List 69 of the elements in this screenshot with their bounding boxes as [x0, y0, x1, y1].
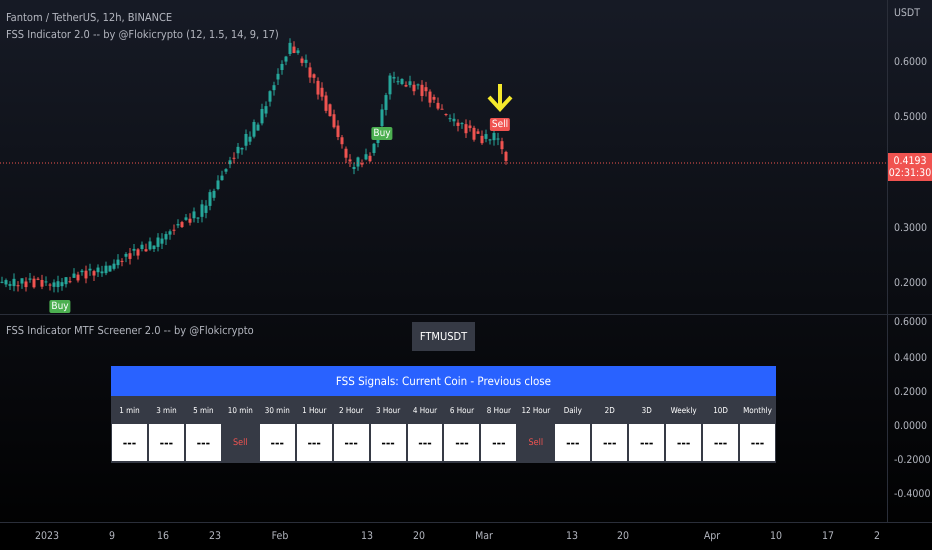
indicator-tick: -0.2000	[894, 454, 930, 466]
signal-cell: ---	[481, 424, 516, 462]
time-tick: 2	[874, 530, 880, 542]
time-tick: 17	[822, 530, 834, 542]
timeframe-header: 1 Hour	[301, 404, 328, 417]
price-tick: 0.6000	[894, 56, 928, 68]
signal-cell: ---	[666, 424, 702, 462]
time-tick: 13	[360, 530, 374, 542]
time-tick: Mar	[475, 530, 493, 542]
price-tick: 0.2000	[894, 277, 928, 289]
timeframe-header: Daily	[562, 404, 583, 417]
time-tick: Feb	[272, 530, 288, 542]
signal-cell: ---	[444, 424, 480, 462]
last-price-badge: 0.4193 02:31:30	[888, 153, 932, 181]
screener-legend: FSS Indicator MTF Screener 2.0 -- by @Flokicrypto	[6, 324, 254, 338]
signal-label: Buy	[49, 300, 71, 313]
indicator-legend: FSS Indicator 2.0 -- by @Flokicrypto (12, 1.5, 14, 9, 17)	[6, 28, 279, 41]
signal-cell: ---	[334, 424, 369, 462]
signal-cell: ---	[186, 424, 221, 462]
timeframe-header: 30 min	[264, 404, 291, 417]
timeframe-header: 5 min	[192, 404, 215, 417]
signal-cell: ---	[408, 424, 442, 462]
timeframe-header: 8 Hour	[486, 404, 512, 417]
timeframe-header: 6 Hour	[448, 404, 476, 417]
time-tick: 13	[566, 530, 578, 542]
table-title: FSS Signals: Current Coin - Previous close	[111, 366, 776, 396]
time-tick: 10	[770, 530, 782, 542]
timeframe-header: 1 min	[118, 404, 141, 417]
indicator-tick: 0.4000	[894, 352, 928, 364]
timeframe-header: 3 min	[155, 404, 178, 417]
signal-cell: ---	[629, 424, 664, 462]
time-tick: 20	[412, 530, 426, 542]
signal-cell: ---	[112, 424, 147, 462]
signal-cell: ---	[370, 424, 406, 462]
price-tick: 0.3000	[894, 222, 928, 234]
timeframe-header: Weekly	[670, 404, 698, 417]
signal-cell: ---	[592, 424, 628, 462]
timeframe-header: Monthly	[742, 404, 773, 417]
currency-label: USDT	[894, 7, 920, 19]
timeframe-header: 4 Hour	[412, 404, 438, 417]
indicator-tick: 0.0000	[894, 420, 928, 432]
timeframe-header: 2D	[604, 404, 616, 417]
timeframe-header: 2 Hour	[338, 404, 364, 417]
signal-cell: ---	[555, 424, 590, 462]
time-tick: 23	[208, 530, 222, 542]
symbol-legend: Fantom / TetherUS, 12h, BINANCE	[6, 11, 172, 24]
down-arrow-icon	[486, 82, 514, 112]
timeframe-header: 10D	[712, 404, 729, 417]
symbol-badge: FTMUSDT	[412, 322, 476, 352]
time-tick: 2023	[34, 530, 60, 542]
time-tick: 16	[156, 530, 170, 542]
time-tick: 20	[616, 530, 630, 542]
time-tick: Apr	[704, 530, 720, 542]
time-tick: 9	[109, 530, 115, 542]
price-tick: 0.5000	[894, 111, 928, 123]
signal-cell: ---	[703, 424, 738, 462]
timeframe-header: 3D	[640, 404, 653, 417]
timeframe-header: 10 min	[226, 404, 254, 417]
signal-label: Buy	[371, 127, 393, 140]
indicator-tick: -0.4000	[894, 488, 930, 500]
signal-cell: ---	[740, 424, 775, 462]
signal-cell: ---	[260, 424, 295, 462]
signal-cell: ---	[296, 424, 332, 462]
indicator-tick: 0.2000	[894, 386, 928, 398]
signal-label: Sell	[490, 118, 510, 131]
timeframe-header: 3 Hour	[374, 404, 402, 417]
timeframe-header: 12 Hour	[520, 404, 552, 417]
indicator-tick: 0.6000	[894, 316, 928, 328]
signal-cell: ---	[148, 424, 184, 462]
